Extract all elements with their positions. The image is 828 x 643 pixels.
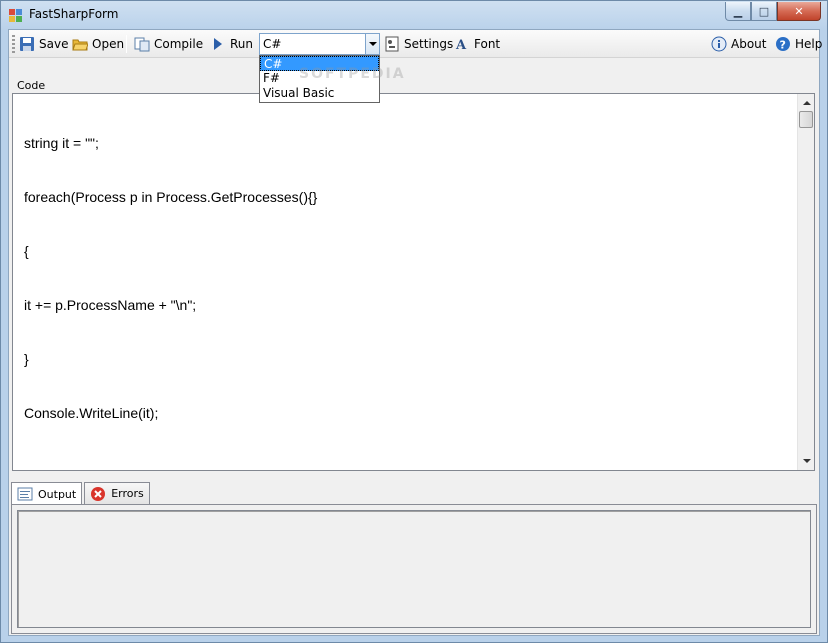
font-label: Font — [474, 37, 501, 51]
run-button[interactable]: Run — [208, 34, 255, 54]
maximize-button[interactable]: □ — [751, 2, 777, 21]
code-editor[interactable]: string it = ""; foreach(Process p in Pro… — [12, 93, 815, 471]
font-icon: A — [454, 36, 470, 53]
scroll-down-arrow-icon[interactable] — [803, 459, 811, 467]
about-label: About — [731, 37, 767, 51]
error-icon — [90, 486, 106, 502]
folder-icon — [72, 36, 89, 52]
language-dropdown-list: C# F# Visual Basic — [259, 55, 380, 103]
code-line: { — [24, 243, 29, 259]
output-icon — [17, 486, 33, 502]
tab-output-label: Output — [38, 487, 77, 501]
help-icon: ? — [775, 36, 791, 52]
output-panel — [11, 504, 817, 634]
output-textbox[interactable] — [17, 510, 811, 628]
compile-label: Compile — [154, 37, 204, 51]
bottom-tabs: Output Errors — [11, 482, 150, 505]
client-area: Save Open Compile Run C# Settings A Font… — [8, 29, 822, 636]
info-icon — [711, 36, 727, 52]
toolbar-grip[interactable] — [12, 35, 15, 53]
settings-icon — [384, 36, 400, 52]
save-button[interactable]: Save — [17, 34, 70, 54]
help-label: Help — [795, 37, 823, 51]
floppy-disk-icon — [19, 36, 35, 52]
code-line: it += p.ProcessName + "\n"; — [24, 297, 197, 313]
window-title: FastSharpForm — [29, 7, 119, 21]
language-select[interactable]: C# — [259, 33, 380, 55]
compile-icon — [134, 36, 150, 52]
code-vertical-scrollbar[interactable] — [797, 94, 814, 470]
code-text: string it = ""; foreach(Process p in Pro… — [24, 98, 317, 458]
code-line: foreach(Process p in Process.GetProcesse… — [24, 189, 318, 205]
code-line: string it = ""; — [24, 135, 99, 151]
chevron-down-icon[interactable] — [365, 34, 379, 54]
settings-label: Settings — [404, 37, 454, 51]
close-button[interactable]: ✕ — [777, 2, 821, 21]
language-option-visual-basic[interactable]: Visual Basic — [260, 86, 379, 101]
svg-text:A: A — [455, 38, 467, 52]
language-select-value: C# — [263, 37, 282, 51]
about-button[interactable]: About — [709, 34, 768, 54]
font-button[interactable]: A Font — [452, 34, 502, 54]
help-button[interactable]: ? Help — [773, 34, 824, 54]
title-bar[interactable]: FastSharpForm ▁ □ ✕ — [1, 1, 827, 29]
app-window: FastSharpForm ▁ □ ✕ Save Open Compile Ru… — [0, 0, 828, 643]
scrollbar-thumb[interactable] — [799, 111, 813, 128]
svg-text:?: ? — [780, 39, 786, 52]
app-icon — [9, 9, 23, 23]
code-group-label: Code — [17, 79, 46, 92]
toolbar-separator — [126, 35, 127, 53]
compile-button[interactable]: Compile — [132, 34, 205, 54]
toolbar: Save Open Compile Run C# Settings A Font… — [9, 30, 822, 58]
tab-errors-label: Errors — [111, 487, 144, 500]
save-label: Save — [39, 37, 69, 51]
play-icon — [210, 36, 226, 52]
run-label: Run — [230, 37, 254, 51]
tab-output[interactable]: Output — [11, 482, 83, 505]
code-line: Console.WriteLine(it); — [24, 405, 159, 421]
tab-errors[interactable]: Errors — [84, 482, 150, 504]
scroll-up-arrow-icon[interactable] — [803, 97, 811, 105]
language-option-csharp[interactable]: C# — [260, 56, 379, 71]
open-label: Open — [92, 37, 125, 51]
code-line: } — [24, 351, 29, 367]
language-option-fsharp[interactable]: F# — [260, 71, 379, 86]
settings-button[interactable]: Settings — [382, 34, 455, 54]
minimize-button[interactable]: ▁ — [725, 2, 751, 21]
open-button[interactable]: Open — [70, 34, 126, 54]
